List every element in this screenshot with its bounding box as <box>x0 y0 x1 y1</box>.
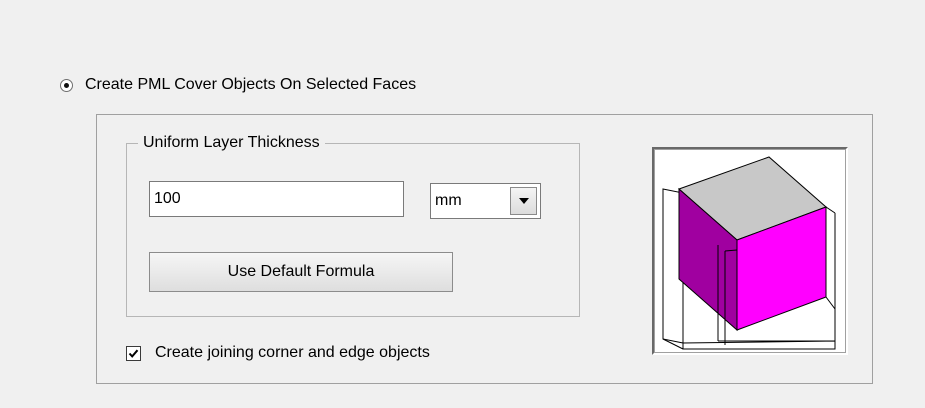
joining-objects-checkbox[interactable] <box>126 345 141 361</box>
pml-cover-label: Create PML Cover Objects On Selected Fac… <box>85 76 417 93</box>
pml-cube-illustration-icon <box>662 156 836 350</box>
thickness-group-title: Uniform Layer Thickness <box>138 132 325 154</box>
chevron-down-icon <box>518 198 529 204</box>
pml-preview-image <box>652 147 848 355</box>
thickness-input[interactable]: 100 <box>149 181 404 217</box>
pml-cover-radio[interactable] <box>60 79 73 92</box>
unit-dropdown-value: mm <box>435 192 462 209</box>
joining-objects-option[interactable]: Create joining corner and edge objects <box>126 341 430 365</box>
joining-objects-label: Create joining corner and edge objects <box>155 344 430 361</box>
use-default-formula-button[interactable]: Use Default Formula <box>149 252 453 292</box>
radio-selected-dot-icon <box>64 83 69 88</box>
dropdown-arrow-button[interactable] <box>510 187 537 215</box>
pml-cover-option[interactable]: Create PML Cover Objects On Selected Fac… <box>60 72 416 98</box>
unit-dropdown[interactable]: mm <box>430 183 541 219</box>
checkmark-icon <box>128 349 139 358</box>
outer-layer-outline-bottom <box>682 340 836 350</box>
